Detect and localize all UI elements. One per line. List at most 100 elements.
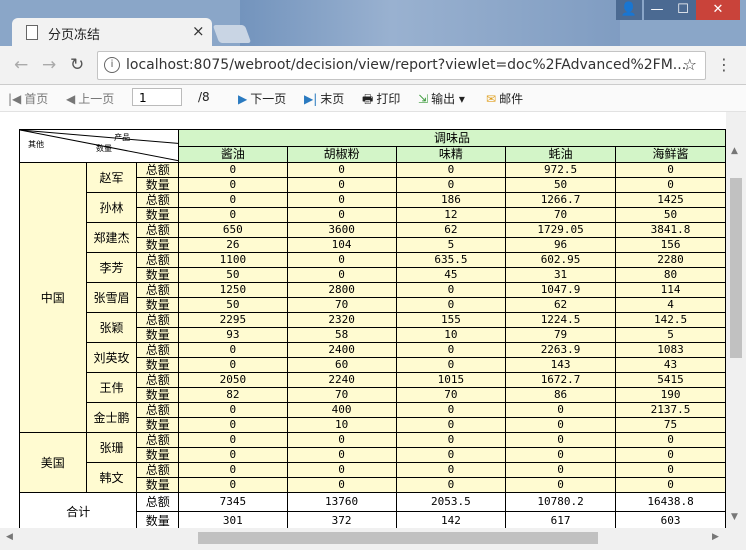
forward-arrow-icon[interactable]: → (42, 55, 56, 75)
value-cell: 82 (178, 387, 288, 403)
value-cell: 0 (395, 432, 507, 448)
close-window-button[interactable]: ✕ (696, 0, 740, 20)
value-cell: 0 (178, 342, 288, 358)
value-cell: 0 (395, 357, 507, 373)
browser-menu-icon[interactable]: ⋮ (716, 55, 732, 74)
maximize-button[interactable]: ☐ (670, 0, 696, 20)
total-value-cell: 142 (395, 511, 507, 528)
scroll-down-arrow-icon[interactable]: ▼ (731, 512, 738, 522)
value-cell: 50 (615, 207, 726, 223)
last-page-button[interactable]: ▶| 末页 (304, 90, 344, 107)
info-icon[interactable]: i (104, 57, 120, 73)
table-row: 美国 张珊 总额 0 0 0 0 0 (19, 432, 726, 493)
value-cell: 2320 (286, 312, 397, 328)
value-cell: 0 (395, 297, 507, 313)
value-cell: 4 (615, 297, 726, 313)
back-arrow-icon[interactable]: ← (14, 55, 28, 75)
value-cell: 602.95 (505, 252, 617, 268)
person-cell: 张珊 (85, 432, 138, 463)
value-cell: 80 (615, 267, 726, 283)
horizontal-scroll-thumb[interactable] (198, 532, 598, 544)
value-cell: 114 (615, 282, 726, 298)
value-cell: 0 (615, 462, 726, 478)
value-cell: 650 (178, 222, 288, 238)
value-cell: 50 (178, 267, 288, 283)
value-cell: 0 (286, 192, 397, 208)
value-cell: 93 (178, 327, 288, 343)
value-cell: 0 (395, 477, 507, 493)
report-table: 产品 数量 其他 调味品 酱油 胡椒粉 味精 蚝油 海鲜酱 中国 赵军 总额 0 0 0 972.5… (18, 129, 726, 528)
report-toolbar: |◀ 首页 ◀ 上一页 1 /8 ▶ 下一页 ▶| 末页 🖶 打印 ⇲ 输出 ▾ ✉ 邮件 (0, 85, 746, 112)
first-page-button[interactable]: |◀ 首页 (8, 90, 48, 107)
value-cell: 0 (505, 447, 617, 463)
value-cell: 3841.8 (615, 222, 726, 238)
reload-icon[interactable]: ↻ (70, 55, 84, 75)
browser-tab[interactable]: 分页冻结 × (12, 18, 212, 46)
scroll-left-arrow-icon[interactable]: ◀ (6, 532, 13, 542)
product-header: 酱油 (178, 145, 288, 163)
table-row: 刘英玫 总额 0 2400 0 2263.9 1083 (20, 342, 726, 373)
value-cell: 0 (178, 207, 288, 223)
value-cell: 0 (178, 192, 288, 208)
corner-cell: 产品 数量 其他 (20, 130, 178, 162)
new-tab-button[interactable] (212, 25, 252, 43)
table-row: 王伟 总额 2050 2240 1015 1672.7 5415 (20, 372, 726, 403)
person-cell: 张雪眉 (85, 282, 138, 313)
table-row: 韩文 总额 0 0 0 0 0 (20, 462, 726, 493)
tab-close-icon[interactable]: × (192, 22, 205, 40)
url-text[interactable]: localhost:8075/webroot/decision/view/rep… (126, 57, 686, 73)
next-page-button[interactable]: ▶ 下一页 (238, 90, 286, 107)
print-button[interactable]: 🖶 打印 (362, 90, 400, 111)
vertical-scrollbar[interactable]: ▲ ▼ (726, 112, 746, 528)
page-number-input[interactable]: 1 (132, 88, 182, 106)
metric-label: 数量 (136, 477, 180, 493)
value-cell: 0 (178, 462, 288, 478)
value-cell: 70 (505, 207, 617, 223)
person-cell: 赵军 (85, 162, 138, 193)
value-cell: 62 (395, 222, 507, 238)
value-cell: 75 (615, 417, 726, 433)
bookmark-star-icon[interactable]: ☆ (683, 55, 697, 74)
value-cell: 143 (505, 357, 617, 373)
metric-label: 总额 (136, 462, 180, 478)
horizontal-scrollbar[interactable]: ◀ ▶ (0, 528, 746, 550)
value-cell: 0 (286, 162, 397, 178)
product-header: 蚝油 (505, 145, 617, 163)
corner-qty-label: 数量 (96, 144, 112, 153)
metric-label: 数量 (136, 417, 180, 433)
scroll-up-arrow-icon[interactable]: ▲ (731, 146, 738, 156)
value-cell: 0 (615, 432, 726, 448)
corner-header: 产品 数量 其他 (18, 129, 180, 163)
metric-label: 数量 (136, 177, 180, 193)
export-button[interactable]: ⇲ 输出 ▾ (418, 90, 465, 107)
value-cell: 0 (505, 477, 617, 493)
tab-title: 分页冻结 (48, 28, 101, 43)
next-page-icon: ▶ (238, 92, 248, 106)
person-cell: 郑建杰 (85, 222, 138, 253)
region-cell: 中国 (19, 162, 87, 433)
value-cell: 0 (178, 477, 288, 493)
person-cell: 李芳 (85, 252, 138, 283)
value-cell: 2240 (286, 372, 397, 388)
metric-label: 总额 (136, 282, 180, 298)
scroll-right-arrow-icon[interactable]: ▶ (712, 532, 719, 542)
report-body: 产品 数量 其他 调味品 酱油 胡椒粉 味精 蚝油 海鲜酱 中国 赵军 总额 0 0 0 972.5… (18, 129, 726, 528)
corner-product-label: 产品 (114, 133, 131, 142)
corner-other-label: 其他 (28, 140, 44, 149)
vertical-scroll-thumb[interactable] (730, 178, 742, 358)
value-cell: 0 (286, 252, 397, 268)
value-cell: 5 (615, 327, 726, 343)
profile-button[interactable]: 👤 (616, 0, 642, 20)
value-cell: 1250 (178, 282, 288, 298)
value-cell: 0 (395, 177, 507, 193)
page-total: /8 (198, 90, 210, 104)
prev-page-button[interactable]: ◀ 上一页 (66, 90, 114, 107)
browser-titlebar: 分页冻结 × 👤 — ☐ ✕ (0, 0, 746, 46)
url-input[interactable]: i localhost:8075/webroot/decision/view/r… (97, 51, 706, 80)
minimize-button[interactable]: — (644, 0, 670, 20)
metric-label: 数量 (136, 207, 180, 223)
metric-label: 数量 (136, 297, 180, 313)
value-cell: 0 (615, 447, 726, 463)
mail-button[interactable]: ✉ 邮件 (486, 90, 523, 107)
total-value-cell: 7345 (178, 492, 288, 512)
